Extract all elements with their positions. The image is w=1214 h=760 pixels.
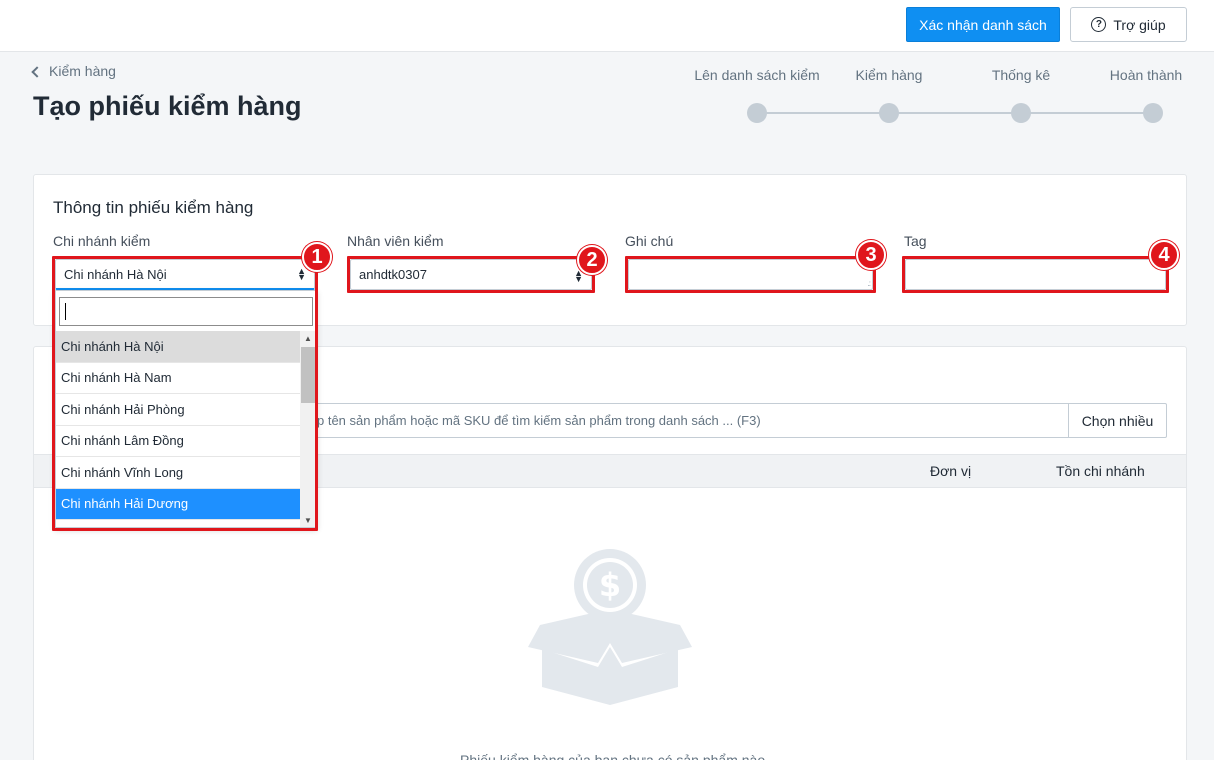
column-unit: Đơn vị <box>930 463 972 479</box>
branch-label: Chi nhánh kiểm <box>53 233 151 249</box>
annotation-badge-1: 1 <box>302 242 332 272</box>
annotation-frame-1 <box>52 256 318 531</box>
product-search-placeholder: p tên sản phẩm hoặc mã SKU để tìm kiếm s… <box>317 413 761 428</box>
annotation-frame-4 <box>902 256 1169 293</box>
staff-label: Nhân viên kiểm <box>347 233 444 249</box>
step-label-stats: Thống kê <box>991 67 1051 83</box>
choose-many-button[interactable]: Chọn nhiều <box>1068 403 1167 438</box>
step-dot-done <box>1143 103 1163 123</box>
steps-progress-line <box>757 112 1153 114</box>
info-card-title: Thông tin phiếu kiểm hàng <box>53 198 254 217</box>
chevron-left-icon <box>31 65 43 78</box>
step-label-list: Lên danh sách kiểm <box>694 67 820 83</box>
tag-label: Tag <box>904 233 927 249</box>
step-label-check: Kiểm hàng <box>855 67 923 83</box>
breadcrumb[interactable]: Kiểm hàng <box>31 63 116 79</box>
product-search-input[interactable]: p tên sản phẩm hoặc mã SKU để tìm kiếm s… <box>300 403 1068 438</box>
step-dot-stats <box>1011 103 1031 123</box>
empty-box-icon: $ <box>528 549 692 705</box>
page-title: Tạo phiếu kiểm hàng <box>33 91 302 121</box>
column-branch-stock: Tồn chi nhánh <box>1056 463 1145 479</box>
svg-text:$: $ <box>599 566 621 604</box>
empty-state-text: Phiếu kiểm hàng của bạn chưa có sản phẩm… <box>460 752 766 760</box>
step-dot-check <box>879 103 899 123</box>
help-button-label: Trợ giúp <box>1113 16 1166 33</box>
annotation-badge-3: 3 <box>856 240 886 270</box>
question-icon: ? <box>1091 17 1107 32</box>
step-label-done: Hoàn thành <box>1109 67 1183 83</box>
note-label: Ghi chú <box>625 233 674 249</box>
breadcrumb-label: Kiểm hàng <box>49 63 116 79</box>
step-dot-list <box>747 103 767 123</box>
help-button[interactable]: ? Trợ giúp <box>1070 7 1187 42</box>
annotation-frame-2 <box>347 256 595 293</box>
annotation-badge-2: 2 <box>577 245 607 275</box>
annotation-frame-3 <box>625 256 876 293</box>
confirm-list-button[interactable]: Xác nhận danh sách <box>906 7 1060 42</box>
annotation-badge-4: 4 <box>1149 240 1179 270</box>
